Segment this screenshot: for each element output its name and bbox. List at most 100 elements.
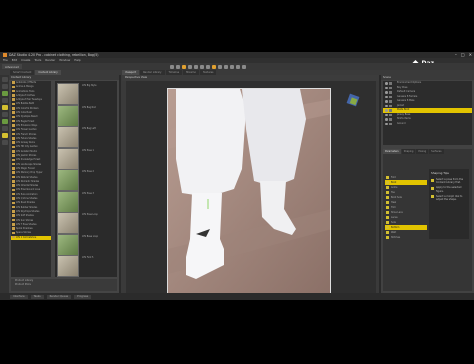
- tree-item[interactable]: ATS 1 Cat Catshoe: [11, 235, 51, 240]
- status-tasks[interactable]: Tasks: [30, 294, 44, 299]
- eye-icon[interactable]: [385, 122, 388, 125]
- folder-icon: [12, 223, 15, 226]
- universal-tool-icon[interactable]: [182, 64, 186, 69]
- tab-surfaces[interactable]: Surfaces: [429, 149, 444, 154]
- tree-item-label: ATS French Stories: [16, 132, 37, 136]
- scale-tool-icon[interactable]: [194, 64, 198, 69]
- side-tab[interactable]: [1, 133, 8, 138]
- lock-icon[interactable]: [389, 113, 392, 116]
- eye-icon[interactable]: [385, 95, 388, 98]
- content-thumbnail[interactable]: ATS Big Style: [57, 83, 96, 105]
- folder-icon: [12, 167, 15, 170]
- render-icon[interactable]: [212, 64, 216, 69]
- property-group[interactable]: Stitches: [385, 235, 427, 240]
- side-tab[interactable]: [1, 77, 8, 82]
- tree-item-label: ATS Rubber Shades: [16, 205, 38, 209]
- eye-icon[interactable]: [385, 86, 388, 89]
- eye-icon[interactable]: [385, 100, 388, 103]
- tree-item-label: ATS Flower Garden: [16, 128, 37, 132]
- side-tab[interactable]: [1, 98, 8, 103]
- lock-icon[interactable]: [389, 91, 392, 94]
- eye-icon[interactable]: [385, 109, 388, 112]
- eye-icon[interactable]: [385, 118, 388, 121]
- folder-icon: [12, 175, 15, 179]
- light-icon[interactable]: [230, 64, 234, 69]
- iray-preview-icon[interactable]: [218, 64, 222, 69]
- side-tab[interactable]: [1, 91, 8, 96]
- viewport-canvas[interactable]: [167, 88, 331, 300]
- layout-selector[interactable]: Advanced: [2, 64, 22, 69]
- tree-item-label: ATS Landscape Shades: [16, 162, 42, 166]
- thumbnail-label: ATS Bag Rod: [82, 105, 96, 109]
- content-thumbnail[interactable]: ATS Bag Left: [57, 126, 96, 148]
- rotate-tool-icon[interactable]: [188, 64, 192, 69]
- content-thumbnail[interactable]: ATS Bag Rod: [57, 104, 96, 127]
- camera-icon[interactable]: [224, 64, 228, 69]
- scene-item-label: Default Camera: [397, 90, 416, 93]
- tree-item-label: ATS Grassy Ruins: [16, 141, 35, 145]
- folder-icon: [12, 102, 15, 106]
- content-thumbnail[interactable]: ATS Pose 2: [57, 169, 94, 191]
- folder-icon: [12, 180, 15, 183]
- lock-icon[interactable]: [389, 95, 392, 98]
- lock-icon[interactable]: [389, 100, 392, 103]
- lock-icon[interactable]: [389, 104, 392, 107]
- scene-item-label: Jersey Base: [397, 112, 411, 116]
- lock-icon[interactable]: [389, 82, 392, 85]
- splitter[interactable]: [119, 75, 121, 293]
- scene-tree: Environment Options Boy Pose Default Camer…: [383, 81, 472, 145]
- side-tab[interactable]: [1, 126, 8, 131]
- tree-item-label: ATS Nomadic Shades: [16, 179, 40, 183]
- side-tab[interactable]: [1, 119, 8, 124]
- eye-icon[interactable]: [385, 104, 388, 107]
- tree-item-label: ATS Jasmin Stories: [16, 154, 37, 158]
- tab-shaping[interactable]: Shaping: [401, 149, 416, 154]
- geometry-editor-icon[interactable]: [206, 64, 210, 69]
- side-tab[interactable]: [1, 112, 8, 117]
- scene-item-label: Pants Boot: [397, 108, 410, 111]
- eye-icon[interactable]: [385, 113, 388, 116]
- content-thumbnail[interactable]: ATS Pose Loop: [57, 212, 98, 234]
- move-tool-icon[interactable]: [176, 64, 180, 69]
- viewport-header[interactable]: Perspective View: [122, 75, 380, 81]
- content-thumbnail[interactable]: ATS Base Loop: [57, 233, 98, 256]
- tree-item-label: ATS Pure Animation: [16, 192, 38, 196]
- tree-item-label: A-Style Z Hair Tuesdays: [16, 98, 42, 102]
- status-render-queue[interactable]: Render Queue: [46, 294, 72, 299]
- tree-item-label: ATS Natural Shades: [16, 175, 38, 179]
- folder-icon: [12, 192, 15, 196]
- folder-icon: [12, 119, 15, 123]
- lock-icon[interactable]: [389, 122, 392, 125]
- folder-icon: [12, 162, 15, 166]
- folder-icon: [12, 150, 15, 153]
- spot-icon[interactable]: [236, 64, 240, 69]
- tree-item-label: ATS HD City Garden: [16, 145, 38, 149]
- property-tree: Fold Boot Ankle Toe Boot Sole Heel Trim Shoe La…: [385, 175, 427, 275]
- content-thumbnail[interactable]: ATS Pose 1: [57, 147, 94, 170]
- tree-item-label: ATS T Pose Shades: [16, 222, 37, 226]
- library-footer: Product Library Product Picks: [11, 279, 117, 291]
- view-cube-icon[interactable]: [346, 93, 360, 107]
- tab-posing[interactable]: Posing: [416, 149, 429, 154]
- folder-icon: [12, 210, 15, 213]
- content-thumbnail[interactable]: ATS Fold 5: [57, 255, 93, 277]
- scene-item-label: Boy Pose: [397, 85, 408, 89]
- node-icon[interactable]: [242, 64, 246, 69]
- content-thumbnail[interactable]: ATS Pose 3: [57, 190, 94, 213]
- tree-item-label: ATS Prisonbound Love: [16, 188, 41, 192]
- folder-icon: [12, 235, 15, 239]
- lock-icon[interactable]: [389, 109, 392, 112]
- side-tab[interactable]: [1, 140, 8, 145]
- eye-icon[interactable]: [385, 91, 388, 94]
- status-interface[interactable]: Interface: [10, 294, 28, 299]
- lock-icon[interactable]: [389, 86, 392, 89]
- tab-parameters[interactable]: Parameters: [383, 149, 401, 154]
- eye-icon[interactable]: [385, 82, 388, 85]
- scene-item[interactable]: Ground: [383, 122, 472, 127]
- side-tab[interactable]: [1, 84, 8, 89]
- select-tool-icon[interactable]: [170, 64, 174, 69]
- lock-icon[interactable]: [389, 118, 392, 121]
- side-tab[interactable]: [1, 105, 8, 110]
- joint-editor-icon[interactable]: [200, 64, 204, 69]
- product-picks-link[interactable]: Product Picks: [11, 283, 117, 287]
